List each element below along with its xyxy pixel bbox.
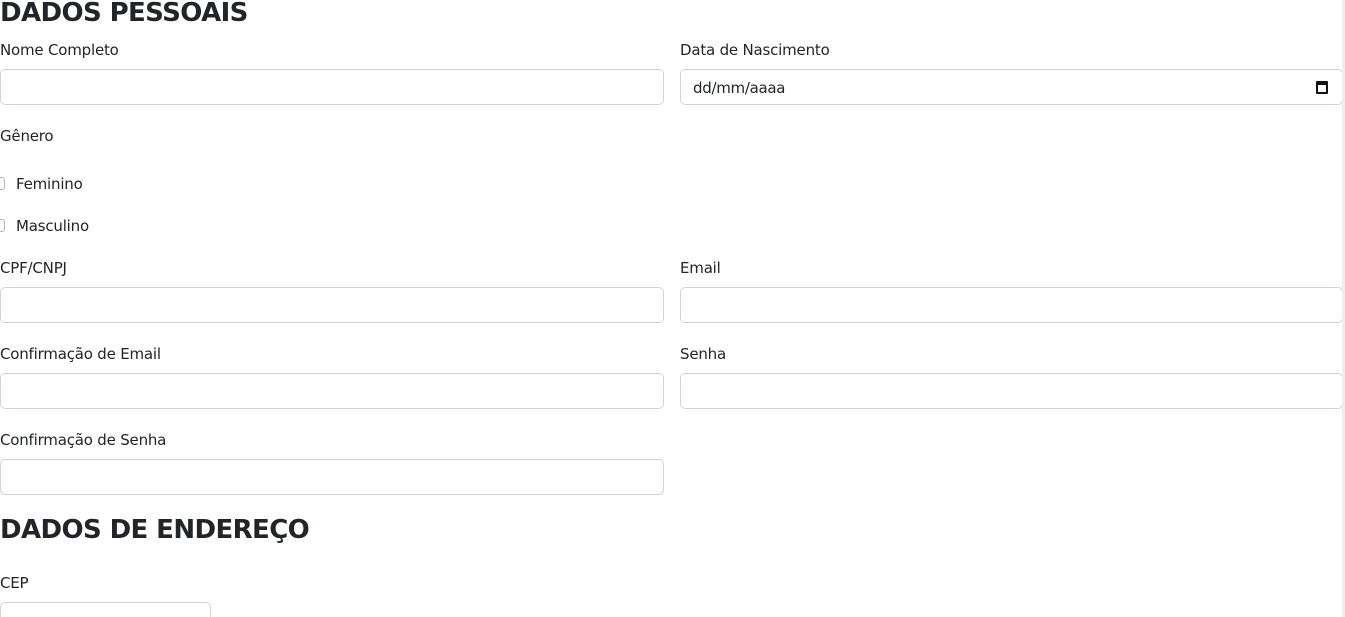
calendar-icon[interactable]	[1316, 81, 1328, 94]
birth-date-label: Data de Nascimento	[680, 41, 830, 59]
gender-masculine-label[interactable]: Masculino	[16, 216, 89, 236]
password-confirm-input[interactable]	[0, 459, 664, 495]
gender-label: Gênero	[0, 127, 54, 145]
birth-date-input[interactable]: dd/mm/aaaa	[680, 69, 1343, 105]
cep-input[interactable]	[0, 602, 211, 617]
cpf-label: CPF/CNPJ	[0, 259, 67, 277]
address-data-heading: DADOS DE ENDEREÇO	[0, 515, 310, 545]
gender-masculine-checkbox[interactable]	[0, 219, 5, 232]
gender-feminine-label[interactable]: Feminino	[16, 174, 83, 194]
cpf-input[interactable]	[0, 287, 664, 323]
registration-form: DADOS PESSOAIS Nome Completo Data de Nas…	[0, 0, 1345, 617]
password-label: Senha	[680, 345, 726, 363]
birth-date-placeholder: dd/mm/aaaa	[693, 79, 786, 97]
email-input[interactable]	[680, 287, 1343, 323]
email-confirm-label: Confirmação de Email	[0, 345, 161, 363]
personal-data-heading: DADOS PESSOAIS	[0, 0, 248, 28]
full-name-label: Nome Completo	[0, 41, 119, 59]
password-input[interactable]	[680, 373, 1343, 409]
email-confirm-input[interactable]	[0, 373, 664, 409]
cep-label: CEP	[0, 574, 29, 592]
full-name-input[interactable]	[0, 69, 664, 105]
email-label: Email	[680, 259, 721, 277]
gender-feminine-checkbox[interactable]	[0, 177, 5, 190]
password-confirm-label: Confirmação de Senha	[0, 431, 167, 449]
